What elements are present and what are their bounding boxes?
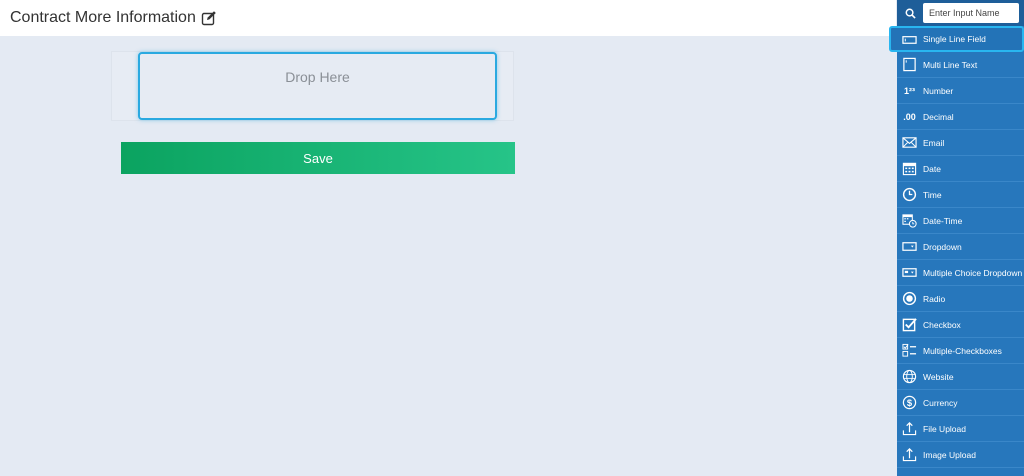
dropdown-icon (902, 239, 917, 254)
drop-zone-label: Drop Here (285, 69, 350, 85)
upload-icon (902, 447, 917, 462)
globe-icon (902, 369, 917, 384)
field-item-label: Currency (923, 397, 958, 408)
checkbox-icon (902, 317, 917, 332)
field-item-label: Number (923, 85, 954, 96)
svg-text:$: $ (907, 398, 913, 408)
field-item-label: Multi Line Text (923, 59, 978, 70)
multi-dropdown-icon (902, 265, 917, 280)
field-item-radio[interactable]: Radio (897, 286, 1024, 312)
field-item-multi-checkboxes[interactable]: Multiple-Checkboxes (897, 338, 1024, 364)
page-title: Contract More Information (10, 9, 217, 27)
field-item-label: Email (923, 137, 945, 148)
search-input[interactable] (923, 3, 1019, 23)
field-item-image-upload[interactable]: Image Upload (897, 442, 1024, 468)
page-header: Contract More Information (0, 0, 896, 36)
field-item-label: Checkbox (923, 319, 961, 330)
page-title-text: Contract More Information (10, 9, 196, 26)
field-item-label: Date-Time (923, 215, 963, 226)
field-item-label: Website (923, 371, 954, 382)
field-item-label: Decimal (923, 111, 954, 122)
search-icon[interactable] (897, 0, 923, 26)
field-item-dropdown[interactable]: Dropdown (897, 234, 1024, 260)
field-item-multi-dropdown[interactable]: Multiple Choice Dropdown (897, 260, 1024, 286)
field-item-number[interactable]: 1²³ Number (897, 78, 1024, 104)
field-item-single-line[interactable]: Single Line Field (889, 26, 1024, 52)
field-item-currency[interactable]: $ Currency (897, 390, 1024, 416)
calendar-icon (902, 161, 917, 176)
field-item-decimal[interactable]: .00 Decimal (897, 104, 1024, 130)
field-list: Single Line Field Multi Line Text 1²³ Nu… (889, 26, 1024, 468)
edit-icon[interactable] (201, 10, 217, 26)
field-palette-sidebar: Single Line Field Multi Line Text 1²³ Nu… (889, 0, 1024, 476)
field-item-label: Dropdown (923, 241, 962, 252)
decimal-icon: .00 (903, 111, 916, 122)
field-item-label: Single Line Field (923, 34, 986, 44)
calendar-clock-icon (902, 213, 917, 228)
drop-zone[interactable]: Drop Here (138, 52, 497, 120)
field-item-label: Radio (923, 293, 946, 304)
field-item-label: Date (923, 163, 941, 174)
field-item-date[interactable]: Date (897, 156, 1024, 182)
number-icon: 1²³ (904, 85, 915, 96)
envelope-icon (902, 135, 917, 150)
multi-line-icon (902, 57, 917, 72)
single-line-icon (902, 32, 917, 47)
field-item-label: Multiple Choice Dropdown (923, 267, 1023, 278)
field-item-label: File Upload (923, 423, 966, 434)
clock-icon (902, 187, 917, 202)
field-item-website[interactable]: Website (897, 364, 1024, 390)
upload-icon (902, 421, 917, 436)
field-item-label: Image Upload (923, 449, 976, 460)
field-item-file-upload[interactable]: File Upload (897, 416, 1024, 442)
multi-checkbox-icon (902, 343, 917, 358)
field-item-email[interactable]: Email (897, 130, 1024, 156)
field-item-label: Time (923, 189, 942, 200)
dollar-icon: $ (902, 395, 917, 410)
field-item-label: Multiple-Checkboxes (923, 345, 1002, 356)
field-item-checkbox[interactable]: Checkbox (897, 312, 1024, 338)
palette-search (897, 0, 1024, 26)
save-button[interactable]: Save (121, 142, 515, 174)
field-item-time[interactable]: Time (897, 182, 1024, 208)
field-item-date-time[interactable]: Date-Time (897, 208, 1024, 234)
field-item-multi-line[interactable]: Multi Line Text (897, 52, 1024, 78)
radio-icon (902, 291, 917, 306)
